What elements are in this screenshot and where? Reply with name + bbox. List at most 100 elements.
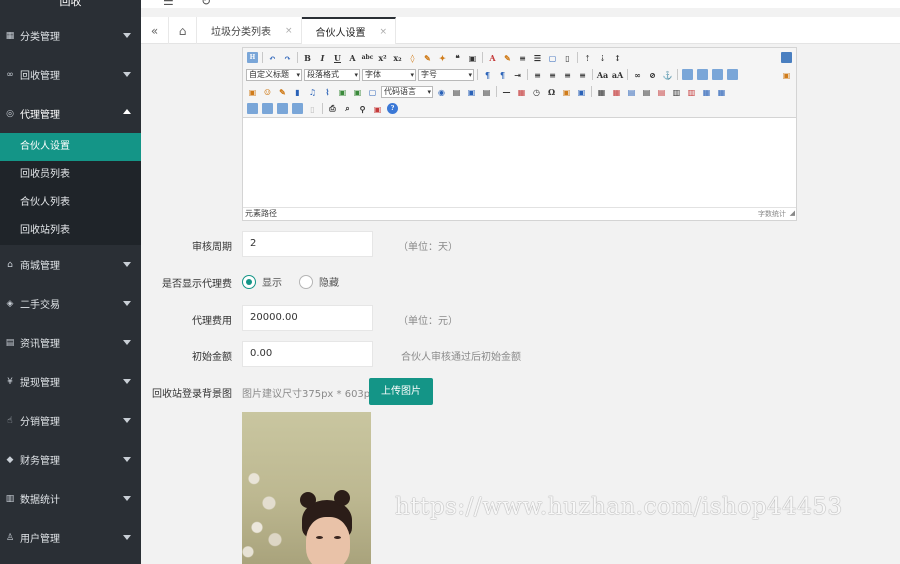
video-icon[interactable]: ▮ [292,86,303,97]
bold-icon[interactable]: B [302,52,313,63]
split-cols-icon[interactable] [292,103,303,114]
ltr-icon[interactable]: ¶ [482,69,493,80]
autotype-icon[interactable]: ✦ [437,52,448,63]
search-replace-icon[interactable]: ⚲ [357,103,368,114]
map-icon[interactable]: ▣ [337,86,348,97]
delete-row-icon[interactable]: ▤ [656,86,667,97]
insert-row-icon[interactable]: ▤ [641,86,652,97]
anchor-icon[interactable]: ⚓ [662,69,673,80]
line-height-icon[interactable]: ↕ [612,52,623,63]
emoticon-icon[interactable]: ☺ [262,86,273,97]
split-rows-icon[interactable] [277,103,288,114]
page-break-icon[interactable]: ◉ [436,86,447,97]
clear-doc-icon[interactable]: ▯ [562,52,573,63]
align-center-icon[interactable]: ≡ [547,69,558,80]
rtl-icon[interactable]: ¶ [497,69,508,80]
insert-table-icon[interactable]: ▦ [596,86,607,97]
menu-shop-management[interactable]: ⌂ 商城管理 [0,245,141,284]
menu-category-management[interactable]: ▦ 分类管理 [0,16,141,55]
superscript-icon[interactable]: x² [377,52,388,63]
menu-data-statistics[interactable]: ▥ 数据统计 [0,479,141,518]
unordered-list-icon[interactable]: ☰ [532,52,543,63]
submenu-collector-list[interactable]: 回收员列表 [0,161,141,189]
font-family-select[interactable]: 字体 [362,68,416,81]
background-color-icon[interactable]: ✎ [502,52,513,63]
row-spacing-top-icon[interactable]: ⇡ [582,52,593,63]
ordered-list-icon[interactable]: ≡ [517,52,528,63]
split-cells-icon[interactable] [262,103,273,114]
review-period-input[interactable]: 2 [242,231,373,257]
uppercase-icon[interactable]: Aa [597,69,608,80]
indent-icon[interactable]: ⇥ [512,69,523,80]
time-icon[interactable]: ◷ [531,86,542,97]
font-border-icon[interactable]: A [347,52,358,63]
row-spacing-bottom-icon[interactable]: ⇣ [597,52,608,63]
web-app-icon[interactable]: ▣ [576,86,587,97]
menu-agent-management[interactable]: ◎ 代理管理 [0,94,141,133]
close-icon[interactable]: × [285,26,293,36]
delete-table-icon[interactable]: ▦ [611,86,622,97]
preview-icon[interactable]: ⌕ [342,103,353,114]
fullscreen-icon[interactable] [781,52,792,63]
charts-icon[interactable]: ▯ [307,103,318,114]
image-none-icon[interactable] [682,69,693,80]
horizontal-rule-icon[interactable]: — [501,86,512,97]
delete-col-icon[interactable]: ▥ [686,86,697,97]
help-icon[interactable]: ? [387,103,398,114]
menu-user-management[interactable]: ♙ 用户管理 [0,518,141,557]
underline-icon[interactable]: U [332,52,343,63]
radio-hide[interactable]: 隐藏 [299,274,339,289]
image-center-icon[interactable] [727,69,738,80]
merge-right-icon[interactable]: ▦ [716,86,727,97]
snapshot-icon[interactable]: ▤ [481,86,492,97]
align-right-icon[interactable]: ≡ [562,69,573,80]
menu-toggle-icon[interactable]: ☰ [163,0,174,8]
image-icon[interactable]: ▣ [781,69,792,80]
initial-amount-input[interactable]: 0.00 [242,341,373,367]
tab-garbage-category-list[interactable]: 垃圾分类列表 × [197,17,302,44]
eraser-icon[interactable]: ◊ [407,52,418,63]
menu-distribution-management[interactable]: ☝ 分销管理 [0,401,141,440]
image-left-icon[interactable] [697,69,708,80]
merge-down-icon[interactable] [247,103,258,114]
subscript-icon[interactable]: x₂ [392,52,403,63]
attachment-icon[interactable]: ⌇ [322,86,333,97]
merge-cells-icon[interactable]: ▦ [701,86,712,97]
menu-recycle-management[interactable]: ∞ 回收管理 [0,55,141,94]
upload-image-button[interactable]: 上传图片 [369,378,433,405]
insert-col-icon[interactable]: ▥ [671,86,682,97]
menu-news-management[interactable]: ▤ 资讯管理 [0,323,141,362]
paragraph-format-select[interactable]: 段落格式 [304,68,360,81]
print-icon[interactable]: ⎙ [327,103,338,114]
lowercase-icon[interactable]: aA [612,69,623,80]
drafts-icon[interactable]: ▣ [372,103,383,114]
undo-icon[interactable]: ↶ [267,52,278,63]
insert-frame-icon[interactable]: ▢ [367,86,378,97]
menu-withdraw-management[interactable]: ¥ 提现管理 [0,362,141,401]
date-icon[interactable]: ▦ [516,86,527,97]
unlink-icon[interactable]: ⊘ [647,69,658,80]
font-size-select[interactable]: 字号 [418,68,474,81]
close-icon[interactable]: × [380,27,388,37]
refresh-icon[interactable]: ↻ [201,0,211,8]
strikethrough-icon[interactable]: abc [362,52,374,63]
insert-image-icon[interactable]: ▣ [247,86,258,97]
scrawl-icon[interactable]: ✎ [277,86,288,97]
insert-para-before-table-icon[interactable]: ▤ [626,86,637,97]
font-color-icon[interactable]: A [487,52,498,63]
align-justify-icon[interactable]: ≡ [577,69,588,80]
custom-title-select[interactable]: 自定义标题 [246,68,302,81]
special-chars-icon[interactable]: Ω [546,86,557,97]
editor-body[interactable] [243,118,796,208]
submenu-partner-settings[interactable]: 合伙人设置 [0,133,141,161]
resize-grip-icon[interactable]: ◢ [790,207,795,219]
redo-icon[interactable]: ↷ [282,52,293,63]
agent-fee-input[interactable]: 20000.00 [242,305,373,331]
word-image-icon[interactable]: ▣ [561,86,572,97]
template-icon[interactable]: ▤ [451,86,462,97]
paste-plain-icon[interactable]: ▣ [467,52,478,63]
html-source-icon[interactable]: H [247,52,258,63]
home-icon[interactable]: ⌂ [169,17,197,44]
tab-partner-settings[interactable]: 合伙人设置 × [301,17,397,44]
submenu-station-list[interactable]: 回收站列表 [0,217,141,245]
